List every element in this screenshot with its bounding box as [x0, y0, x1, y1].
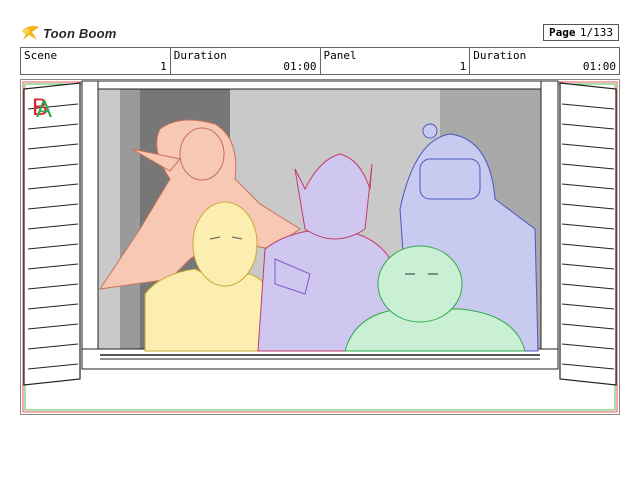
storyboard-panel[interactable]: B A	[20, 79, 620, 415]
toon-boom-star-icon	[22, 26, 39, 40]
scene-label: Scene	[24, 49, 58, 62]
panel-value: 1	[459, 60, 467, 73]
panel-duration-value: 01:00	[582, 60, 616, 73]
panel-label: Panel	[323, 49, 357, 62]
panel-duration-label: Duration	[473, 49, 527, 62]
corner-mark-overlay: A	[36, 96, 52, 123]
page-value: 1/133	[579, 26, 613, 39]
scene-duration-cell: Duration 01:00	[171, 48, 321, 74]
shutter-right	[559, 82, 617, 386]
page-label: Page	[549, 26, 576, 39]
scene-duration-label: Duration	[173, 49, 227, 62]
scene-info-row: Scene 1 Duration 01:00 Panel 1 Duration …	[20, 47, 620, 75]
shutter-left	[23, 82, 81, 386]
logo-text: Toon Boom	[43, 25, 117, 41]
scene-duration-value: 01:00	[283, 60, 317, 73]
scene-cell: Scene 1	[21, 48, 171, 74]
page-indicator: Page 1/133	[543, 24, 619, 41]
panel-cell: Panel 1	[321, 48, 471, 74]
scene-value: 1	[160, 60, 167, 73]
panel-drawing: B A	[20, 79, 620, 415]
panel-duration-cell: Duration 01:00	[470, 48, 619, 74]
toon-boom-logo: Toon Boom	[20, 22, 117, 44]
